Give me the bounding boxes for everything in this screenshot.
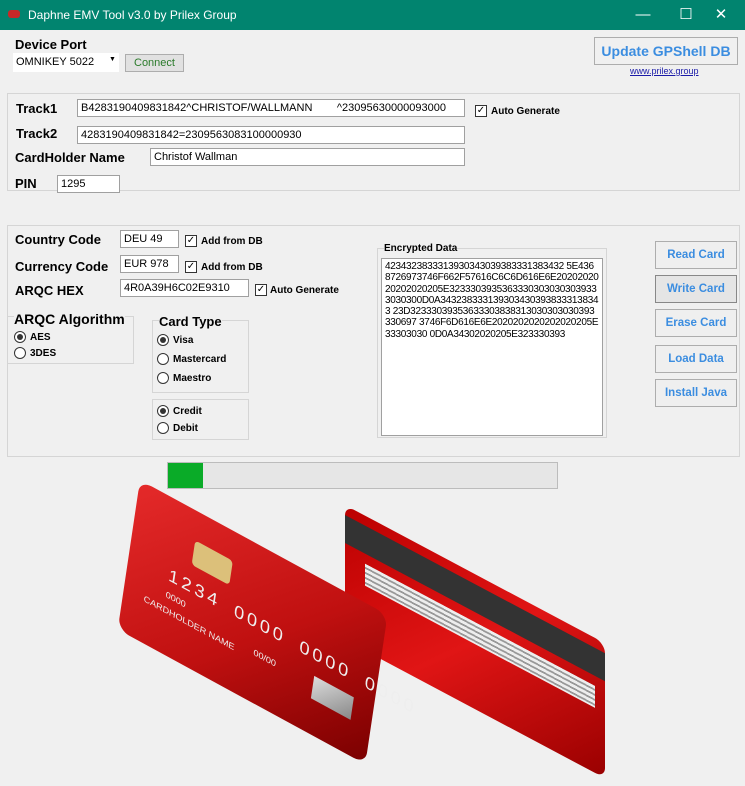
country-add-from-db-checkbox[interactable]: ✓: [185, 235, 197, 247]
debit-radio[interactable]: [157, 422, 169, 434]
arqc-algorithm-title: ARQC Algorithm: [14, 311, 125, 327]
auto-generate-track-checkbox[interactable]: ✓: [475, 105, 487, 117]
track2-input[interactable]: 4283190409831842=2309563083100000930: [77, 126, 465, 144]
read-card-button[interactable]: Read Card: [655, 241, 737, 269]
cardholder-name-label: CardHolder Name: [15, 150, 125, 165]
debit-label: Debit: [173, 423, 198, 434]
aes-radio[interactable]: [14, 331, 26, 343]
mastercard-radio[interactable]: [157, 353, 169, 365]
3des-label: 3DES: [30, 348, 57, 359]
visa-label: Visa: [173, 335, 194, 346]
currency-code-label: Currency Code: [15, 259, 109, 274]
cardholder-name-input[interactable]: Christof Wallman: [150, 148, 465, 166]
currency-add-from-db-checkbox[interactable]: ✓: [185, 261, 197, 273]
connect-button[interactable]: Connect: [125, 54, 184, 72]
window-title: Daphne EMV Tool v3.0 by Prilex Group: [28, 8, 237, 22]
credit-label: Credit: [173, 406, 202, 417]
country-add-from-db-label: Add from DB: [201, 236, 263, 247]
visa-radio[interactable]: [157, 334, 169, 346]
write-card-button[interactable]: Write Card: [655, 275, 737, 303]
arqc-hex-input[interactable]: 4R0A39H6C02E9310: [120, 279, 249, 297]
app-icon: [8, 10, 20, 18]
encrypted-data-label: Encrypted Data: [384, 243, 458, 254]
device-port-select[interactable]: OMNIKEY 5022 ▼: [13, 53, 119, 72]
device-port-value: OMNIKEY 5022: [16, 56, 95, 68]
arqc-hex-label: ARQC HEX: [15, 283, 84, 298]
track1-input[interactable]: B4283190409831842^CHRISTOF/WALLMANN ^230…: [77, 99, 465, 117]
card-back-image: [345, 505, 605, 779]
track2-label: Track2: [16, 126, 58, 141]
progress-bar: [167, 462, 558, 489]
3des-radio[interactable]: [14, 347, 26, 359]
prilex-link[interactable]: www.prilex.group: [630, 66, 699, 76]
credit-radio[interactable]: [157, 405, 169, 417]
currency-code-input[interactable]: EUR 978: [120, 255, 179, 273]
chip-icon: [191, 540, 233, 586]
update-gpshell-button[interactable]: Update GPShell DB: [594, 37, 738, 65]
arqc-auto-generate-label: Auto Generate: [270, 285, 339, 296]
magnetic-stripe: [345, 515, 605, 682]
country-code-input[interactable]: DEU 49: [120, 230, 179, 248]
device-port-label: Device Port: [15, 37, 87, 52]
card-number-group: 0000: [232, 600, 288, 648]
title-bar: Daphne EMV Tool v3.0 by Prilex Group — ☐…: [0, 0, 745, 30]
pin-label: PIN: [15, 176, 37, 191]
progress-fill: [168, 463, 203, 488]
minimize-button[interactable]: —: [628, 4, 658, 26]
encrypted-data-textarea[interactable]: 4234323833313930343039383331383432 5E436…: [381, 258, 603, 436]
close-button[interactable]: ✕: [706, 4, 736, 26]
load-data-button[interactable]: Load Data: [655, 345, 737, 373]
country-code-label: Country Code: [15, 232, 101, 247]
chevron-down-icon: ▼: [109, 56, 116, 63]
aes-label: AES: [30, 332, 51, 343]
maximize-button[interactable]: ☐: [671, 4, 701, 26]
maestro-label: Maestro: [173, 373, 212, 384]
mastercard-label: Mastercard: [173, 354, 227, 365]
track1-label: Track1: [16, 101, 58, 116]
card-expiry: 00/00: [252, 647, 277, 669]
card-type-title: Card Type: [159, 314, 222, 329]
pin-input[interactable]: 1295: [57, 175, 120, 193]
install-java-button[interactable]: Install Java: [655, 379, 737, 407]
arqc-auto-generate-checkbox[interactable]: ✓: [255, 284, 267, 296]
auto-generate-track-label: Auto Generate: [491, 106, 560, 117]
card-number-group: 0000: [363, 671, 418, 719]
currency-add-from-db-label: Add from DB: [201, 262, 263, 273]
erase-card-button[interactable]: Erase Card: [655, 309, 737, 337]
maestro-radio[interactable]: [157, 372, 169, 384]
card-number-group: 0000: [298, 636, 353, 684]
